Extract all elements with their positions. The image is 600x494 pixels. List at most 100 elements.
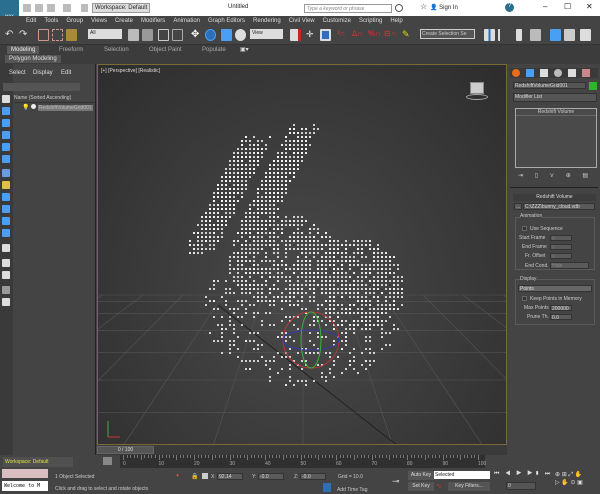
start-frame-field[interactable]: 0 bbox=[550, 235, 572, 242]
menu-graph-editors[interactable]: Graph Editors bbox=[208, 16, 245, 26]
add-time-tag-button[interactable]: Add Time Tag bbox=[337, 487, 367, 493]
sort-icon[interactable] bbox=[2, 271, 10, 279]
light-bulb-icon[interactable]: 💡 bbox=[22, 105, 29, 111]
explorer-header[interactable]: Name (Sorted Ascending) bbox=[14, 95, 95, 103]
utilities-tab-icon[interactable] bbox=[582, 69, 590, 77]
lock-icon[interactable]: 🔒 bbox=[191, 473, 198, 480]
stack-controls[interactable]: ⇥ ▯ ⋎ ⊕ ▤ bbox=[518, 172, 596, 180]
layer-explorer-icon[interactable] bbox=[516, 29, 522, 41]
explorer-menu-edit[interactable]: Edit bbox=[61, 70, 71, 76]
help-icon[interactable]: ? bbox=[505, 3, 514, 12]
max-points-field[interactable]: 200000 bbox=[550, 305, 572, 312]
key-mode-dropdown[interactable]: Selected bbox=[434, 471, 490, 479]
menu-views[interactable]: Views bbox=[91, 16, 107, 26]
rectangle-selection-icon[interactable] bbox=[158, 29, 169, 41]
quick-access-icons[interactable] bbox=[23, 4, 88, 12]
prune-field[interactable]: 0.0 bbox=[550, 314, 572, 321]
menu-animation[interactable]: Animation bbox=[173, 16, 200, 26]
hierarchy-tab-icon[interactable] bbox=[540, 69, 548, 77]
unlink-icon[interactable] bbox=[52, 29, 63, 41]
named-selection-dropdown[interactable]: Create Selection Se bbox=[420, 29, 475, 39]
playback-controls[interactable]: ⏮ ◀ ▶ ▶▮ ⏭ bbox=[494, 471, 552, 478]
vdb-file-path[interactable]: C:\ZZZ\bunny_cloud.vdb bbox=[523, 203, 595, 210]
pin-icon[interactable] bbox=[2, 298, 10, 306]
undo-icon[interactable]: ↶ bbox=[5, 29, 16, 41]
window-crossing-icon[interactable] bbox=[172, 29, 183, 41]
light-filter-icon[interactable] bbox=[2, 181, 10, 189]
display-tab-icon[interactable] bbox=[568, 69, 576, 77]
auto-key-button[interactable]: Auto Key bbox=[408, 471, 434, 480]
time-slider-handle[interactable]: 0 / 100 bbox=[97, 446, 154, 454]
close-button[interactable]: ✕ bbox=[586, 2, 593, 11]
snap-3d-icon[interactable]: ³∩ bbox=[337, 29, 348, 41]
schematic-view-icon[interactable] bbox=[564, 29, 575, 41]
x-coordinate-field[interactable]: 92.14 bbox=[217, 473, 243, 480]
key-filters-button[interactable]: Key Filters... bbox=[448, 482, 490, 491]
track-bar[interactable]: 0 10 20 30 40 50 60 70 80 90 100 bbox=[120, 455, 486, 468]
rotate-icon[interactable] bbox=[205, 29, 216, 41]
viewport-nav-controls[interactable]: ⊕ ⊞ ⤢ ✋ ▷ ✋ ⊙ ▣ bbox=[555, 471, 597, 491]
minimize-button[interactable]: – bbox=[543, 2, 547, 11]
tab-modeling[interactable]: Modeling bbox=[7, 46, 40, 54]
mirror-icon[interactable] bbox=[484, 29, 495, 41]
modifier-stack-item[interactable]: Redshift Volume bbox=[516, 109, 596, 116]
motion-icon[interactable] bbox=[2, 131, 10, 139]
scale-icon[interactable] bbox=[221, 29, 232, 41]
end-frame-field[interactable]: 0 bbox=[550, 244, 572, 251]
maximize-button[interactable]: ☐ bbox=[564, 2, 571, 11]
move-icon[interactable]: ✥ bbox=[191, 29, 202, 41]
tab-freeform[interactable]: Freeform bbox=[55, 46, 87, 54]
menu-rendering[interactable]: Rendering bbox=[253, 16, 281, 26]
modify-icon[interactable] bbox=[2, 107, 10, 115]
menu-help[interactable]: Help bbox=[390, 16, 402, 26]
curve-editor-icon[interactable] bbox=[550, 29, 561, 41]
reference-coordinate-dropdown[interactable]: View bbox=[250, 29, 283, 39]
menu-civil-view[interactable]: Civil View bbox=[289, 16, 315, 26]
display-icon[interactable] bbox=[2, 143, 10, 151]
camera-filter-icon[interactable] bbox=[2, 193, 10, 201]
star-icon[interactable]: ☆ bbox=[420, 2, 427, 11]
z-coordinate-field[interactable]: -0.0 bbox=[300, 473, 326, 480]
use-sequence-checkbox[interactable] bbox=[522, 226, 527, 231]
end-cond-dropdown[interactable]: Hide bbox=[550, 262, 589, 269]
viewport-label[interactable]: [+] [Perspective] [Realistic] bbox=[101, 68, 160, 74]
ribbon-options-icon[interactable]: ▣▾ bbox=[236, 46, 253, 54]
menu-edit[interactable]: Edit bbox=[26, 16, 36, 26]
pivot-icon[interactable] bbox=[290, 29, 301, 41]
status-workspace-label[interactable]: Workspace: Default bbox=[3, 457, 73, 467]
workspace-dropdown[interactable]: Workspace: Default bbox=[92, 3, 150, 13]
menu-modifiers[interactable]: Modifiers bbox=[141, 16, 165, 26]
set-key-button[interactable]: Set Key bbox=[408, 482, 434, 491]
viewcube-icon[interactable] bbox=[466, 80, 488, 102]
rollout-header[interactable]: Redshift Volume bbox=[513, 194, 596, 201]
search-icon[interactable] bbox=[395, 4, 403, 12]
isolate-icon[interactable]: ♦ bbox=[176, 473, 179, 479]
menu-group[interactable]: Group bbox=[66, 16, 83, 26]
curve-icon[interactable]: ∿ bbox=[436, 482, 442, 490]
ribbon-toggle-icon[interactable] bbox=[530, 29, 541, 41]
modify-tab-icon[interactable] bbox=[526, 69, 534, 77]
filter-icon[interactable] bbox=[2, 169, 10, 177]
menu-tools[interactable]: Tools bbox=[44, 16, 58, 26]
shape-filter-icon[interactable] bbox=[2, 229, 10, 237]
redo-icon[interactable]: ↷ bbox=[19, 29, 30, 41]
helper-filter-icon[interactable] bbox=[2, 205, 10, 213]
layer-icon[interactable] bbox=[2, 244, 10, 252]
angle-snap-icon[interactable]: ∆∩ bbox=[352, 29, 363, 41]
material-editor-icon[interactable] bbox=[580, 29, 591, 41]
menu-scripting[interactable]: Scripting bbox=[359, 16, 382, 26]
object-name-field[interactable]: RedshiftVolumeGrid001 bbox=[513, 82, 586, 89]
geometry-filter-icon[interactable] bbox=[2, 217, 10, 225]
fr-offset-field[interactable]: 0 bbox=[550, 253, 572, 260]
browse-file-button[interactable]: ... bbox=[514, 203, 522, 210]
polygon-modeling-panel[interactable]: Polygon Modeling bbox=[5, 55, 61, 63]
sign-in-button[interactable]: 👤 Sign In bbox=[430, 4, 458, 11]
create-tab-icon[interactable] bbox=[512, 69, 520, 77]
select-manipulate-icon[interactable]: ✛ bbox=[306, 29, 317, 41]
hierarchy-icon[interactable] bbox=[2, 119, 10, 127]
edit-named-selection-icon[interactable]: ✎ bbox=[402, 29, 413, 41]
select-by-name-icon[interactable] bbox=[142, 29, 153, 41]
align-icon[interactable] bbox=[498, 29, 509, 41]
tab-populate[interactable]: Populate bbox=[198, 46, 230, 54]
select-object-icon[interactable] bbox=[128, 29, 139, 41]
